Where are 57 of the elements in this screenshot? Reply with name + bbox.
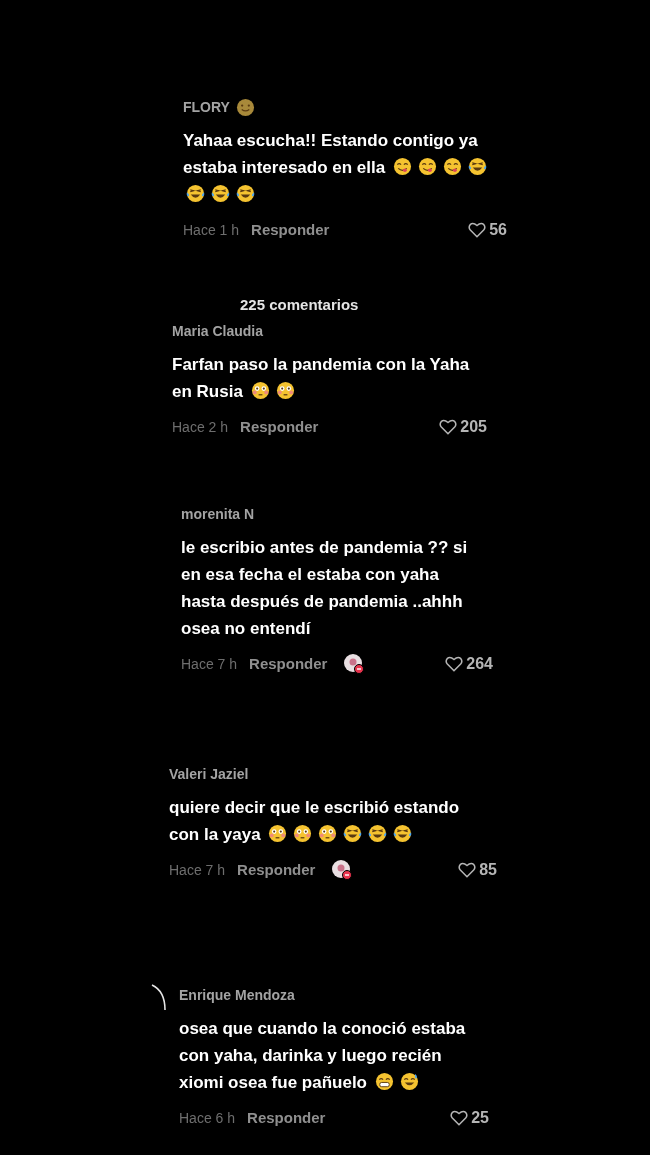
like-count: 56	[489, 220, 507, 240]
comment-text: Farfan paso la pandemia con la Yaha en Rusia	[172, 354, 470, 403]
author-name[interactable]: Maria Claudia	[172, 321, 264, 341]
like-button[interactable]: 205	[439, 417, 487, 437]
emoji-icon	[275, 381, 295, 400]
like-button[interactable]: 25	[450, 1108, 489, 1128]
like-count: 264	[466, 654, 493, 674]
like-button[interactable]: 85	[458, 860, 497, 880]
comment-count: 225 comentarios	[240, 295, 359, 315]
like-button[interactable]: 56	[468, 220, 507, 240]
like-count: 85	[479, 860, 497, 880]
emoji-icon	[318, 824, 338, 843]
author-name[interactable]: morenita N	[181, 504, 255, 524]
emoji-icon	[467, 157, 487, 176]
author-name[interactable]: Enrique Mendoza	[179, 985, 295, 1005]
emoji-icon	[442, 157, 462, 176]
emoji-icon	[236, 184, 255, 203]
reply-button[interactable]: Responder	[251, 220, 330, 240]
sticker-icon[interactable]	[343, 653, 366, 675]
like-button[interactable]: 264	[445, 654, 493, 674]
reply-button[interactable]: Responder	[249, 654, 328, 674]
heart-icon	[439, 419, 458, 435]
comment-time: Hace 7 h	[181, 655, 238, 674]
comment-time: Hace 2 h	[172, 418, 229, 437]
emoji-icon	[211, 184, 230, 203]
sticker-icon[interactable]	[331, 859, 354, 881]
author-name[interactable]: FLORY	[183, 97, 230, 117]
emoji-icon	[235, 97, 255, 117]
emoji-icon	[186, 184, 205, 203]
emoji-icon	[374, 1072, 394, 1091]
emoji-icon	[392, 157, 412, 176]
reply-button[interactable]: Responder	[240, 417, 319, 437]
comment-text: Yahaa escucha!! Estando contigo ya estaba interesado en ella	[183, 127, 490, 208]
reply-button[interactable]: Responder	[237, 860, 316, 880]
emoji-icon	[268, 824, 288, 843]
comment-time: Hace 7 h	[169, 861, 226, 880]
like-count: 25	[471, 1108, 489, 1128]
comment-text: quiere decir que le escribió estando con la yaya	[169, 797, 460, 846]
curve-icon	[151, 983, 167, 1011]
emoji-icon	[417, 157, 437, 176]
comment-time: Hace 1 h	[183, 221, 240, 240]
emoji-icon	[343, 824, 363, 843]
reply-button[interactable]: Responder	[247, 1108, 326, 1128]
emoji-icon	[393, 824, 413, 843]
emoji-icon	[293, 824, 313, 843]
like-count: 205	[460, 417, 487, 437]
author-name[interactable]: Valeri Jaziel	[169, 764, 249, 784]
emoji-icon	[250, 381, 270, 400]
heart-icon	[445, 656, 464, 672]
emoji-icon	[368, 824, 388, 843]
heart-icon	[468, 222, 487, 238]
comment-text: osea que cuando la conoció estaba con yaha, darinka y luego recién xiomi osea fue pañuelo	[179, 1018, 466, 1094]
heart-icon	[450, 1110, 469, 1126]
comment-text: le escribio antes de pandemia ?? si en esa fecha el estaba con yaha hasta después de pandemia ..ahhh osea no entendí	[181, 537, 468, 640]
emoji-icon	[399, 1072, 419, 1091]
comment-time: Hace 6 h	[179, 1109, 236, 1128]
heart-icon	[458, 862, 477, 878]
